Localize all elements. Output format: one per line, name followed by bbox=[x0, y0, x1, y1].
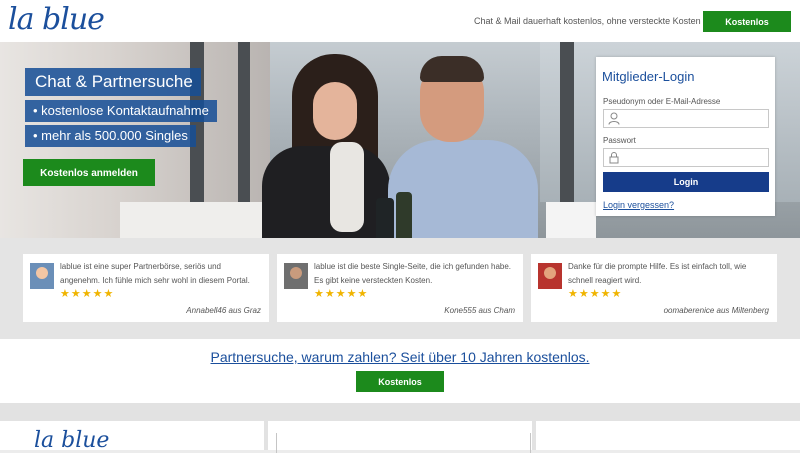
hero-signup-button[interactable]: Kostenlos anmelden bbox=[23, 159, 155, 186]
photo-napkins bbox=[546, 202, 596, 238]
hero-bullet-contact: • kostenlose Kontaktaufnahme bbox=[25, 100, 217, 122]
photo-bottle bbox=[396, 192, 412, 238]
user-icon bbox=[608, 112, 620, 125]
reviewer-avatar bbox=[284, 263, 308, 289]
top-bar: la blue Chat & Mail dauerhaft kostenlos,… bbox=[0, 0, 800, 48]
promo-headline-link[interactable]: Partnersuche, warum zahlen? Seit über 10… bbox=[0, 349, 800, 365]
footer-column bbox=[268, 421, 532, 450]
header-signup-button[interactable]: Kostenlos anmelden bbox=[703, 11, 791, 48]
review-text: Danke für die prompte Hilfe. Es ist einf… bbox=[568, 262, 747, 285]
review-stars: ★★★★★ bbox=[60, 288, 115, 300]
username-input[interactable] bbox=[624, 110, 768, 129]
review-text: lablue ist die beste Single-Seite, die i… bbox=[314, 262, 512, 285]
review-author: Annabell46 aus Graz bbox=[186, 306, 261, 315]
photo-man-hair bbox=[420, 56, 484, 82]
hero-bullet-singles: • mehr als 500.000 Singles bbox=[25, 125, 196, 147]
footer-column bbox=[536, 421, 800, 450]
hero-headline: Chat & Partnersuche bbox=[25, 68, 201, 96]
photo-bottle bbox=[376, 198, 394, 238]
reviewer-avatar bbox=[30, 263, 54, 289]
photo-woman-scarf bbox=[330, 142, 364, 232]
review-stars: ★★★★★ bbox=[568, 288, 623, 300]
footer-divider bbox=[530, 433, 531, 453]
login-button[interactable]: Login bbox=[603, 172, 769, 192]
footer-divider bbox=[276, 433, 277, 453]
review-author: Kone555 aus Cham bbox=[444, 306, 515, 315]
login-title: Mitglieder-Login bbox=[602, 69, 695, 84]
password-label: Passwort bbox=[603, 136, 636, 145]
forgot-login-link[interactable]: Login vergessen? bbox=[603, 200, 674, 210]
footer bbox=[0, 403, 800, 450]
review-stars: ★★★★★ bbox=[314, 288, 369, 300]
review-card: Danke für die prompte Hilfe. Es ist einf… bbox=[531, 254, 777, 322]
username-label: Pseudonym oder E-Mail-Adresse bbox=[603, 97, 721, 106]
review-card: lablue ist die beste Single-Seite, die i… bbox=[277, 254, 523, 322]
footer-logo[interactable]: la blue bbox=[34, 428, 109, 453]
review-text: lablue ist eine super Partnerbörse, seri… bbox=[60, 262, 250, 285]
login-panel: Mitglieder-Login Pseudonym oder E-Mail-A… bbox=[596, 57, 775, 216]
review-author: oomaberenice aus Miltenberg bbox=[663, 306, 769, 315]
site-logo[interactable]: la blue bbox=[8, 2, 105, 37]
password-input[interactable] bbox=[624, 149, 768, 168]
username-field[interactable] bbox=[603, 109, 769, 129]
lock-icon bbox=[609, 152, 619, 164]
reviewer-avatar bbox=[538, 263, 562, 289]
review-card: lablue ist eine super Partnerbörse, seri… bbox=[23, 254, 269, 322]
password-field[interactable] bbox=[603, 148, 769, 168]
promo-signup-button[interactable]: Kostenlos anmelden bbox=[356, 371, 444, 408]
header-tagline: Chat & Mail dauerhaft kostenlos, ohne ve… bbox=[474, 16, 701, 26]
promo-section: Partnersuche, warum zahlen? Seit über 10… bbox=[0, 339, 800, 408]
photo-woman-body bbox=[262, 146, 390, 238]
photo-woman-face bbox=[313, 82, 357, 140]
